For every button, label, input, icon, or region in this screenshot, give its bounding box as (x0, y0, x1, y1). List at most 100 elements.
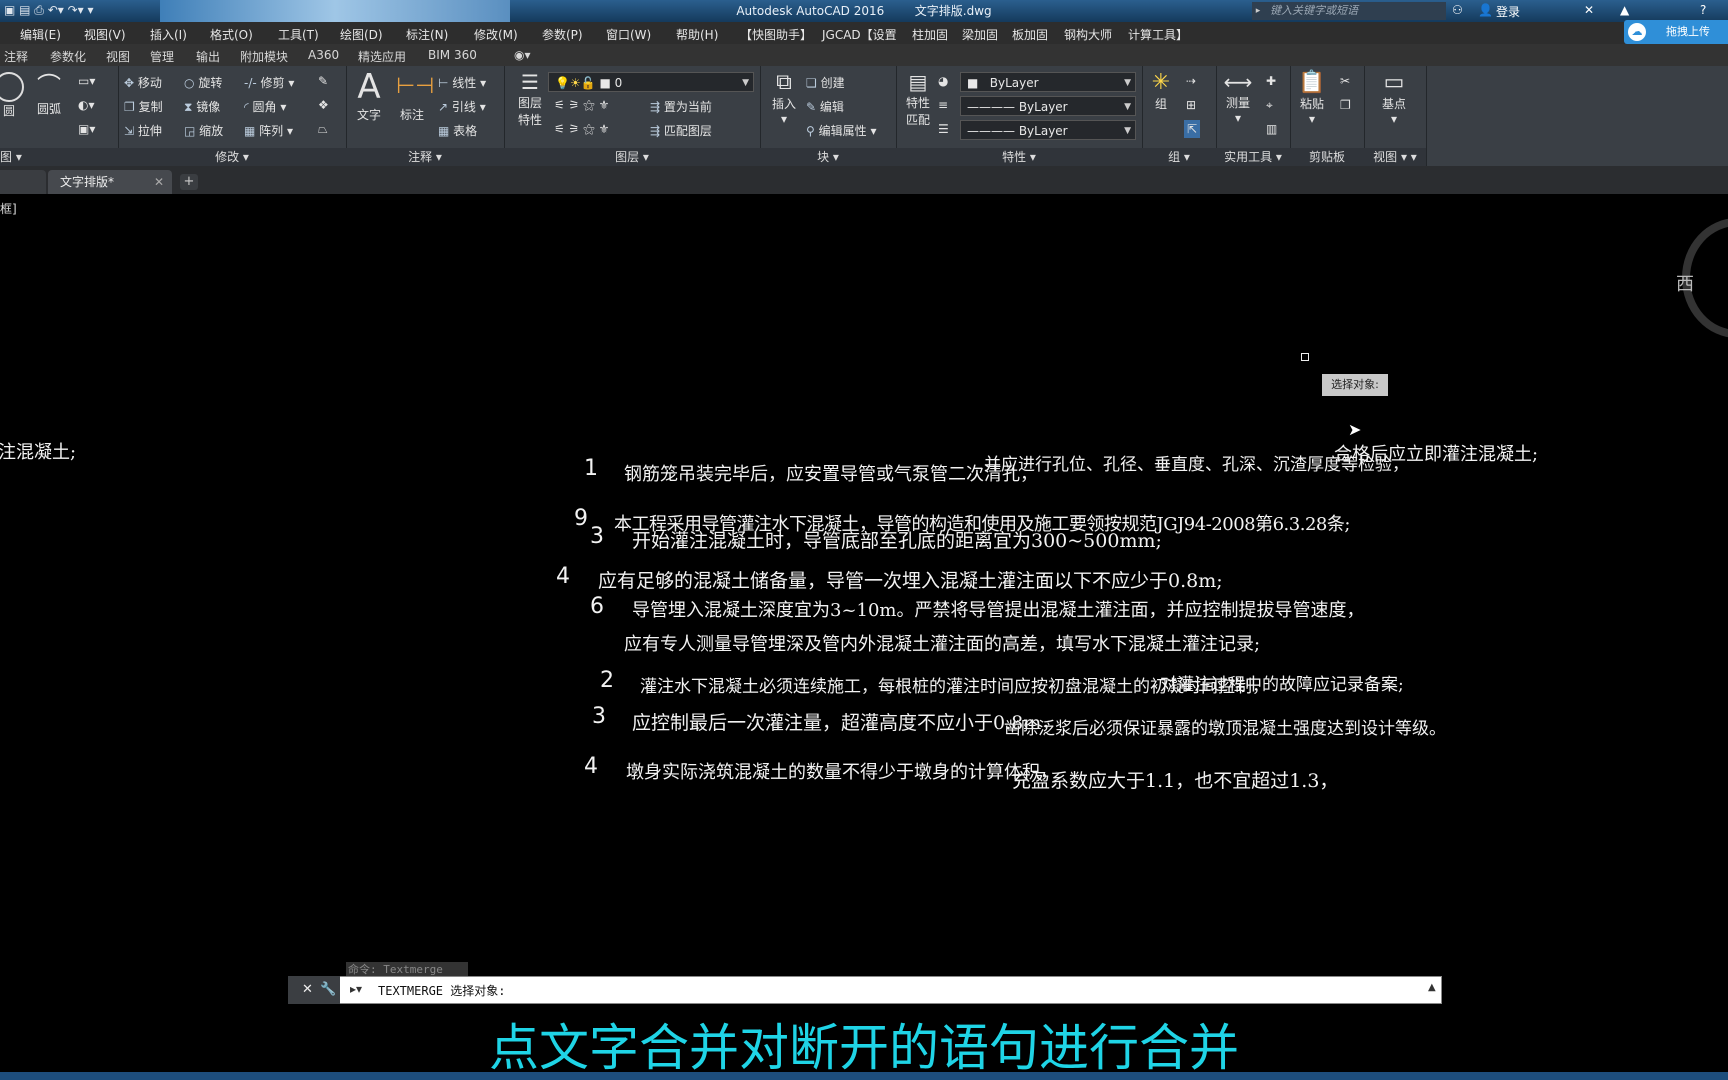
menu-item[interactable]: 格式(O) (210, 26, 253, 43)
block-panel-title[interactable]: 块 ▾ (760, 148, 896, 166)
menu-item[interactable]: 柱加固 (912, 26, 948, 43)
menu-item[interactable]: 标注(N) (406, 26, 448, 43)
calculator-icon[interactable]: ▥ (1266, 122, 1277, 136)
copy-button[interactable]: ❐ 复制 (124, 98, 163, 115)
menu-item[interactable]: 窗口(W) (606, 26, 651, 43)
menu-item[interactable]: 梁加固 (962, 26, 998, 43)
viewport-label[interactable]: 框] (0, 200, 17, 217)
cad-text-line[interactable]: 墩身实际浇筑混凝土的数量不得少于墩身的计算体积， (626, 758, 1058, 784)
ungroup-icon[interactable]: ⇢ (1186, 74, 1196, 88)
ribbon-tab[interactable]: 附加模块 (240, 48, 288, 65)
command-input[interactable]: TEXTMERGE 选择对象: (378, 982, 505, 999)
menu-item[interactable]: JGCAD【设置 (822, 26, 897, 43)
autodesk-icon[interactable]: ▲ (1620, 3, 1629, 17)
erase-icon[interactable]: ✎ (318, 74, 328, 88)
ribbon-tab-extra-icon[interactable]: ◉▾ (514, 48, 531, 62)
help-icon[interactable]: ? (1700, 3, 1706, 17)
upload-button[interactable]: ☁ 拖拽上传 (1624, 20, 1728, 44)
x-icon[interactable]: ✕ (1584, 3, 1594, 17)
clipped-text[interactable]: 注混凝土; (0, 438, 76, 464)
ribbon-tab[interactable]: 参数化 (50, 48, 86, 65)
menu-item[interactable]: 工具(T) (278, 26, 319, 43)
rotate-button[interactable]: ○ 旋转 (184, 74, 222, 91)
ribbon-tab[interactable]: 注释 (4, 48, 28, 65)
item-number[interactable]: 3 (592, 704, 606, 729)
leader-button[interactable]: ↗ 引线 ▾ (438, 98, 486, 115)
set-current-button[interactable]: ⇶ 置为当前 (650, 98, 712, 115)
clipboard-panel-title[interactable]: 剪贴板 (1290, 148, 1364, 166)
explode-icon[interactable]: ❖ (318, 98, 329, 112)
linear-button[interactable]: ⊢ 线性 ▾ (438, 74, 486, 91)
measure-button[interactable]: ⟷ 测量 ▾ (1220, 70, 1256, 125)
start-tab[interactable] (0, 170, 46, 194)
menu-item[interactable]: 修改(M) (474, 26, 518, 43)
menu-item[interactable]: 钢构大师 (1064, 26, 1112, 43)
close-command-icon[interactable]: ✕ (302, 982, 313, 997)
menu-item[interactable]: 绘图(D) (340, 26, 383, 43)
paste-button[interactable]: 📋 粘贴 ▾ (1294, 70, 1330, 126)
layer-tools-row2[interactable]: ⚟ ⚞ ⚝ ⚜ (554, 122, 609, 137)
copy-clip-icon[interactable]: ❐ (1340, 98, 1351, 112)
create-block-button[interactable]: ❏ 创建 (806, 74, 845, 91)
rectangle-icon[interactable]: ▭▾ (78, 74, 95, 88)
ribbon-tab[interactable]: BIM 360 (428, 48, 477, 62)
edit-block-button[interactable]: ✎ 编辑 (806, 98, 844, 115)
groups-panel-title[interactable]: 组 ▾ (1142, 148, 1216, 166)
base-point-button[interactable]: ▭ 基点 ▾ (1376, 70, 1412, 126)
layer-tools-row1[interactable]: ⚟ ⚞ ⚝ ⚜ (554, 98, 609, 113)
ribbon-tab[interactable]: 管理 (150, 48, 174, 65)
menu-item[interactable]: 插入(I) (150, 26, 187, 43)
binoculars-icon[interactable]: ⚇ (1452, 3, 1463, 17)
scale-button[interactable]: ◲ 缩放 (184, 122, 223, 139)
file-tab[interactable]: 文字排版* ✕ (48, 170, 172, 194)
color-dropdown[interactable]: ■ ByLayer ▼ (960, 72, 1136, 92)
cad-text-line[interactable]: 应有足够的混凝土储备量，导管一次埋入混凝土灌注面以下不应少于0.8m; (598, 566, 1223, 593)
table-button[interactable]: ▦ 表格 (438, 122, 477, 139)
circle-button[interactable]: 圆 (0, 72, 24, 119)
command-expand-icon[interactable]: ▲ (1428, 982, 1436, 993)
text-button[interactable]: A 文字 (354, 68, 384, 123)
close-tab-icon[interactable]: ✕ (154, 170, 164, 194)
layer-properties-button[interactable]: ☰ 图层 特性 (510, 70, 550, 128)
item-number[interactable]: 1 (584, 456, 598, 481)
item-number[interactable]: 3 (590, 524, 604, 549)
cad-text-line[interactable]: 对灌注过程中的故障应记录备案; (1160, 670, 1404, 695)
view-panel-title[interactable]: 视图 ▾ ▾ (1364, 148, 1426, 166)
cad-text-line[interactable]: 凿除泛浆后必须保证暴露的墩顶混凝土强度达到设计等级。 (1004, 714, 1446, 739)
group-select-icon[interactable]: ⇱ (1184, 120, 1201, 138)
insert-button[interactable]: ⧉ 插入 ▾ (766, 70, 802, 126)
annotation-panel-title[interactable]: 注释 ▾ (346, 148, 504, 166)
menu-item[interactable]: 编辑(E) (20, 26, 61, 43)
menu-item[interactable]: 计算工具】 (1128, 26, 1188, 43)
mirror-button[interactable]: ⧗ 镜像 (184, 98, 220, 115)
item-number[interactable]: 4 (584, 754, 598, 779)
hatch-icon[interactable]: ◐▾ (78, 98, 95, 112)
search-input[interactable]: 键入关键字或短语 (1264, 2, 1446, 20)
ribbon-tab[interactable]: 输出 (196, 48, 220, 65)
fillet-button[interactable]: ◜ 圆角 ▾ (244, 98, 286, 115)
menu-item[interactable]: 【快图助手】 (740, 26, 812, 43)
draw-panel-title[interactable]: 图 ▾ (0, 148, 118, 166)
group-edit-icon[interactable]: ⊞ (1186, 98, 1196, 112)
match-properties-button[interactable]: ▤ 特性 匹配 (900, 70, 936, 128)
properties-panel-title[interactable]: 特性 ▾ (896, 148, 1142, 166)
login-link[interactable]: 登录 (1496, 3, 1520, 20)
region-icon[interactable]: ▣▾ (78, 122, 95, 136)
ribbon-tab[interactable]: 视图 (106, 48, 130, 65)
command-prompt-icon[interactable]: ▸▾ (350, 982, 362, 996)
move-button[interactable]: ✥ 移动 (124, 74, 162, 91)
group-button[interactable]: ✳ 组 (1146, 70, 1176, 112)
viewcube-west-label[interactable]: 西 (1676, 270, 1694, 296)
menu-item[interactable]: 帮助(H) (676, 26, 718, 43)
search-expand-icon[interactable]: ▸ (1252, 2, 1264, 20)
menu-item[interactable]: 板加固 (1012, 26, 1048, 43)
cut-icon[interactable]: ✂ (1340, 74, 1350, 88)
match-layer-button[interactable]: ⇶ 匹配图层 (650, 122, 712, 139)
ribbon-tab[interactable]: A360 (308, 48, 339, 62)
dimension-button[interactable]: ⊢⊣ 标注 (396, 68, 434, 123)
edit-attributes-button[interactable]: ⚲ 编辑属性 ▾ (806, 122, 876, 139)
cad-text-line[interactable]: 开始灌注混凝土时，导管底部至孔底的距离宜为300~500mm; (632, 526, 1162, 553)
cad-text-line[interactable]: 钢筋笼吊装完毕后，应安置导管或气泵管二次清孔， (624, 460, 1038, 486)
item-number[interactable]: 4 (556, 564, 570, 589)
lineweight-dropdown[interactable]: ———— ByLayer ▼ (960, 120, 1136, 140)
